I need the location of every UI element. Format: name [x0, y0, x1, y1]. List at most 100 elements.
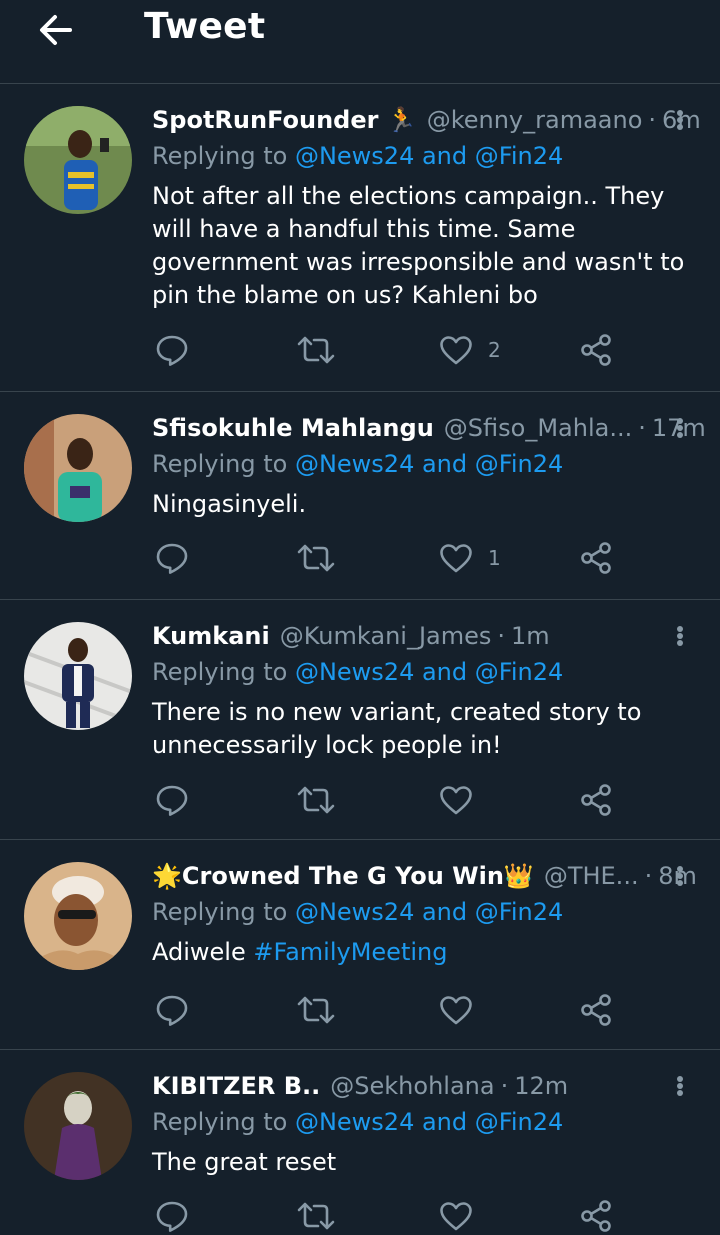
action-bar	[152, 1196, 622, 1235]
tweet-header: Kumkani @Kumkani_James · 1m	[152, 622, 672, 656]
reply-button[interactable]	[154, 538, 190, 578]
share-button[interactable]	[578, 780, 614, 820]
display-name[interactable]: 🌟Crowned The G You Win👑	[152, 862, 534, 890]
avatar[interactable]	[24, 1072, 132, 1180]
reply-tweet[interactable]: Sfisokuhle Mahlangu @Sfiso_Mahla... · 17…	[0, 392, 720, 600]
avatar[interactable]	[24, 106, 132, 214]
separator-dot: ·	[644, 862, 653, 890]
like-button[interactable]	[438, 990, 474, 1030]
avatar-photo	[24, 622, 132, 730]
reply-tweet[interactable]: 🌟Crowned The G You Win👑 @THE... · 8m Rep…	[0, 840, 720, 1050]
replying-to-accounts[interactable]: @News24 and @Fin24	[295, 898, 563, 926]
replying-to-label: Replying to	[152, 142, 288, 170]
display-name[interactable]: KIBITZER B..	[152, 1072, 320, 1100]
like-button[interactable]: 2	[438, 330, 501, 370]
user-handle[interactable]: @THE...	[544, 862, 639, 890]
retweet-button[interactable]	[296, 780, 336, 820]
retweet-button[interactable]	[296, 330, 336, 370]
avatar-photo	[24, 862, 132, 970]
replying-to-label: Replying to	[152, 450, 288, 478]
retweet-icon	[297, 336, 335, 364]
like-button[interactable]: 1	[438, 538, 501, 578]
user-handle[interactable]: @Sekhohlana	[330, 1072, 494, 1100]
reply-icon	[156, 335, 188, 366]
avatar[interactable]	[24, 414, 132, 522]
separator-dot: ·	[500, 1072, 509, 1100]
display-name[interactable]: SpotRunFounder 🏃	[152, 106, 417, 134]
like-count: 1	[488, 546, 501, 570]
action-bar: 1	[152, 538, 622, 578]
reply-button[interactable]	[154, 1196, 190, 1235]
replying-to-line: Replying to @News24 and @Fin24	[152, 1108, 563, 1136]
separator-dot: ·	[638, 414, 646, 442]
replying-to-accounts[interactable]: @News24 and @Fin24	[295, 450, 563, 478]
tweet-header: KIBITZER B.. @Sekhohlana · 12m	[152, 1072, 672, 1106]
display-name[interactable]: Kumkani	[152, 622, 270, 650]
avatar[interactable]	[24, 622, 132, 730]
like-button[interactable]	[438, 1196, 474, 1235]
replying-to-label: Replying to	[152, 898, 288, 926]
reply-button[interactable]	[154, 330, 190, 370]
tweet-text: There is no new variant, created story t…	[152, 698, 642, 759]
replying-to-line: Replying to @News24 and @Fin24	[152, 450, 563, 478]
share-icon	[581, 1200, 611, 1232]
avatar[interactable]	[24, 862, 132, 970]
like-button[interactable]	[438, 780, 474, 820]
share-button[interactable]	[578, 1196, 614, 1235]
tweet-text: Ningasinyeli.	[152, 490, 307, 518]
share-icon	[581, 784, 611, 816]
replying-to-label: Replying to	[152, 658, 288, 686]
retweet-icon	[297, 544, 335, 572]
avatar-photo	[24, 1072, 132, 1180]
tweet-header: SpotRunFounder 🏃 @kenny_ramaano · 6m	[152, 106, 701, 140]
display-name[interactable]: Sfisokuhle Mahlangu	[152, 414, 434, 442]
like-icon	[440, 1202, 472, 1231]
timestamp[interactable]: 1m	[511, 622, 550, 650]
more-options-icon[interactable]	[670, 106, 690, 134]
tweet-text: Not after all the elections campaign.. T…	[152, 182, 685, 309]
back-button[interactable]	[36, 10, 76, 50]
more-options-icon[interactable]	[670, 414, 690, 442]
reply-tweet[interactable]: KIBITZER B.. @Sekhohlana · 12m Replying …	[0, 1050, 720, 1235]
retweet-icon	[297, 1202, 335, 1230]
retweet-button[interactable]	[296, 990, 336, 1030]
separator-dot: ·	[648, 106, 657, 134]
more-options-icon[interactable]	[670, 862, 690, 890]
retweet-icon	[297, 996, 335, 1024]
back-arrow-icon	[40, 15, 72, 45]
user-handle[interactable]: @Kumkani_James	[280, 622, 492, 650]
reply-icon	[156, 543, 188, 574]
user-handle[interactable]: @kenny_ramaano	[427, 106, 643, 134]
share-button[interactable]	[578, 538, 614, 578]
user-handle[interactable]: @Sfiso_Mahla...	[444, 414, 632, 442]
retweet-button[interactable]	[296, 538, 336, 578]
replying-to-accounts[interactable]: @News24 and @Fin24	[295, 142, 563, 170]
reply-button[interactable]	[154, 780, 190, 820]
tweet-header: Sfisokuhle Mahlangu @Sfiso_Mahla... · 17…	[152, 414, 706, 448]
reply-tweet[interactable]: SpotRunFounder 🏃 @kenny_ramaano · 6m Rep…	[0, 84, 720, 392]
replying-to-accounts[interactable]: @News24 and @Fin24	[295, 658, 563, 686]
like-icon	[440, 544, 472, 573]
timestamp[interactable]: 12m	[514, 1072, 568, 1100]
tweet-text: The great reset	[152, 1148, 337, 1176]
replying-to-accounts[interactable]: @News24 and @Fin24	[295, 1108, 563, 1136]
page-title: Tweet	[144, 6, 266, 47]
reply-icon	[156, 785, 188, 816]
reply-tweet[interactable]: Kumkani @Kumkani_James · 1m Replying to …	[0, 600, 720, 840]
share-button[interactable]	[578, 990, 614, 1030]
reply-button[interactable]	[154, 990, 190, 1030]
retweet-button[interactable]	[296, 1196, 336, 1235]
more-options-icon[interactable]	[670, 622, 690, 650]
avatar-photo	[24, 414, 132, 522]
action-bar	[152, 990, 622, 1030]
action-bar: 2	[152, 330, 622, 370]
replying-to-line: Replying to @News24 and @Fin24	[152, 898, 563, 926]
replying-to-label: Replying to	[152, 1108, 288, 1136]
tweet-text-plain: Adiwele	[152, 938, 246, 966]
hashtag-link[interactable]: #FamilyMeeting	[253, 938, 447, 966]
retweet-icon	[297, 786, 335, 814]
share-icon	[581, 334, 611, 366]
share-button[interactable]	[578, 330, 614, 370]
more-options-icon[interactable]	[670, 1072, 690, 1100]
like-icon	[440, 786, 472, 815]
